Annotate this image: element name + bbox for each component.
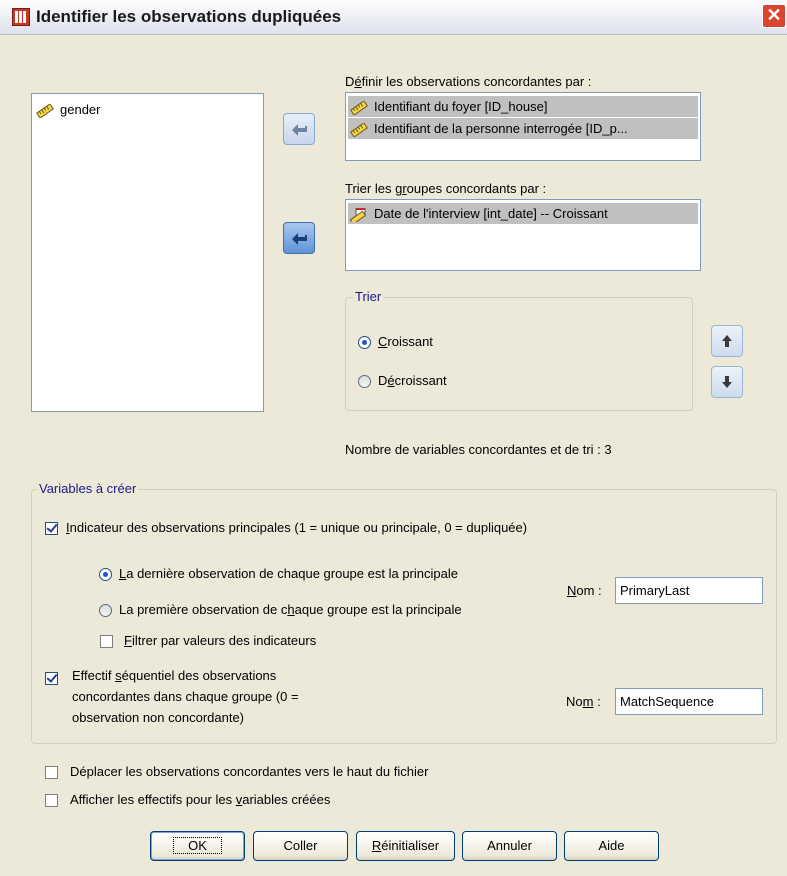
- sequential-count-label-line1[interactable]: Effectif séquentiel des observations: [72, 668, 276, 683]
- move-to-top-label[interactable]: Déplacer les observations concordantes v…: [70, 764, 428, 779]
- move-to-top-checkbox[interactable]: [45, 766, 58, 779]
- filter-indicator-checkbox[interactable]: [100, 635, 113, 648]
- ascending-label[interactable]: Croissant: [378, 334, 433, 349]
- list-item-label: Identifiant du foyer [ID_house]: [374, 99, 548, 114]
- list-item[interactable]: gender: [36, 99, 100, 120]
- descending-label[interactable]: Décroissant: [378, 373, 447, 388]
- cancel-button-label: Annuler: [487, 838, 532, 853]
- show-counts-label[interactable]: Afficher les effectifs pour les variable…: [70, 792, 330, 807]
- sequence-name-label: Nom :: [566, 694, 601, 709]
- ruler-icon: [350, 100, 368, 115]
- sort-by-label: Trier les groupes concordants par :: [345, 181, 547, 196]
- first-observation-radio[interactable]: [99, 604, 112, 617]
- cancel-button[interactable]: Annuler: [462, 831, 557, 861]
- move-to-sort-button[interactable]: [283, 222, 315, 254]
- arrow-up-icon: [722, 335, 732, 347]
- sequence-name-input[interactable]: MatchSequence: [615, 688, 763, 715]
- reset-button[interactable]: Réinitialiser: [356, 831, 455, 861]
- paste-button[interactable]: Coller: [253, 831, 348, 861]
- last-observation-radio[interactable]: [99, 568, 112, 581]
- sort-order-group: [345, 297, 693, 411]
- arrow-down-icon: [722, 376, 732, 388]
- sort-by-list[interactable]: Date de l'interview [int_date] -- Croiss…: [345, 199, 701, 271]
- move-down-button[interactable]: [711, 366, 743, 398]
- date-scale-icon: [350, 207, 367, 222]
- arrow-left-icon: [292, 233, 307, 245]
- close-button[interactable]: ✕: [762, 4, 786, 28]
- ruler-icon: [350, 122, 368, 137]
- filter-indicator-label[interactable]: Filtrer par valeurs des indicateurs: [124, 633, 316, 648]
- primary-name-input[interactable]: PrimaryLast: [615, 577, 763, 604]
- ok-button[interactable]: OK: [150, 831, 245, 861]
- list-item-label: Date de l'interview [int_date] -- Croiss…: [374, 206, 608, 221]
- list-item-label: gender: [60, 102, 101, 117]
- variable-count-label: Nombre de variables concordantes et de t…: [345, 442, 612, 457]
- paste-button-label: Coller: [283, 838, 318, 853]
- last-observation-label[interactable]: La dernière observation de chaque groupe…: [119, 566, 458, 581]
- window-title: Identifier les observations dupliquées: [36, 7, 342, 26]
- list-item[interactable]: Identifiant de la personne interrogée [I…: [348, 118, 698, 139]
- help-button[interactable]: Aide: [564, 831, 659, 861]
- variables-to-create-legend: Variables à créer: [37, 481, 139, 496]
- primary-name-label: Nom :: [567, 583, 602, 598]
- help-button-label: Aide: [598, 838, 625, 853]
- sequential-count-label-line2[interactable]: concordantes dans chaque groupe (0 =: [72, 689, 299, 704]
- reset-button-label: éinitialiser: [381, 838, 440, 853]
- sequential-count-checkbox[interactable]: [45, 672, 58, 685]
- match-by-label: Définir les observations concordantes pa…: [345, 74, 592, 89]
- list-item[interactable]: Date de l'interview [int_date] -- Croiss…: [348, 203, 698, 224]
- reset-button-mnemonic: R: [371, 838, 382, 853]
- ruler-icon: [36, 103, 54, 118]
- sort-order-legend: Trier: [353, 289, 384, 304]
- move-to-match-button[interactable]: [283, 113, 315, 145]
- descending-radio[interactable]: [358, 375, 371, 388]
- dialog-window: Identifier les observations dupliquées ✕…: [0, 0, 787, 876]
- primary-indicator-label[interactable]: Indicateur des observations principales …: [66, 520, 527, 535]
- sequential-count-label-line3[interactable]: observation non concordante): [72, 710, 244, 725]
- list-item[interactable]: Identifiant du foyer [ID_house]: [348, 96, 698, 117]
- list-item-label: Identifiant de la personne interrogée [I…: [374, 121, 628, 136]
- first-observation-label[interactable]: La première observation de chaque groupe…: [119, 602, 462, 617]
- match-by-list[interactable]: Identifiant du foyer [ID_house] Identifi…: [345, 92, 701, 161]
- primary-indicator-checkbox[interactable]: [45, 522, 58, 535]
- title-bar[interactable]: Identifier les observations dupliquées ✕: [0, 0, 787, 35]
- spreadsheet-app-icon: [12, 8, 30, 26]
- ok-button-label: OK: [173, 837, 222, 854]
- arrow-left-icon: [292, 124, 307, 136]
- move-up-button[interactable]: [711, 325, 743, 357]
- ascending-radio[interactable]: [358, 336, 371, 349]
- show-counts-checkbox[interactable]: [45, 794, 58, 807]
- source-variable-list[interactable]: gender: [31, 93, 264, 412]
